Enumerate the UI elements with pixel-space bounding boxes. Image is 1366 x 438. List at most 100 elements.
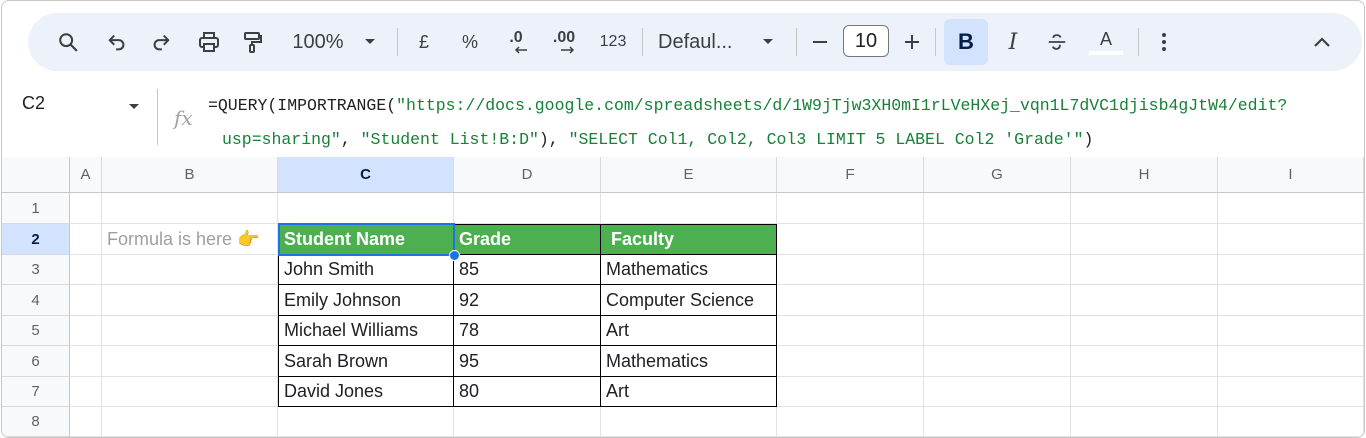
select-all-corner[interactable]: [2, 157, 70, 193]
column-header-i[interactable]: I: [1218, 157, 1364, 193]
grid-cell[interactable]: [1218, 285, 1364, 316]
bold-button[interactable]: B: [944, 19, 988, 65]
grid-cell[interactable]: [1218, 224, 1364, 255]
grid-cell[interactable]: [70, 193, 102, 224]
table-cell[interactable]: John Smith: [278, 255, 454, 285]
grid-cell[interactable]: [70, 224, 102, 255]
text-color-button[interactable]: A: [1088, 13, 1124, 71]
table-cell[interactable]: Emily Johnson: [278, 285, 454, 316]
grid-cell[interactable]: [924, 316, 1071, 346]
grid-cell[interactable]: [102, 346, 278, 377]
name-box[interactable]: C2: [22, 93, 45, 114]
grid-cell[interactable]: [777, 285, 924, 316]
grid-cell[interactable]: [70, 285, 102, 316]
row-header-7[interactable]: 7: [2, 377, 70, 407]
grid-cell[interactable]: [601, 193, 777, 224]
grid-cell[interactable]: [1071, 346, 1218, 377]
column-header-h[interactable]: H: [1071, 157, 1218, 193]
grid-cell[interactable]: [1218, 377, 1364, 407]
grid-cell[interactable]: [1071, 407, 1218, 437]
table-cell[interactable]: 95: [454, 346, 601, 377]
font-select[interactable]: Defaul...: [658, 13, 748, 71]
grid-cell[interactable]: [1218, 316, 1364, 346]
grid-cell[interactable]: [924, 193, 1071, 224]
column-header-f[interactable]: F: [777, 157, 924, 193]
grid-cell[interactable]: [70, 316, 102, 346]
row-header-3[interactable]: 3: [2, 255, 70, 285]
plus-icon[interactable]: [900, 13, 924, 71]
percent-button[interactable]: %: [456, 13, 484, 71]
grid-cell[interactable]: [1071, 193, 1218, 224]
cell-b2[interactable]: Formula is here 👉: [102, 224, 278, 255]
cell-e2[interactable]: Faculty: [601, 224, 777, 255]
table-cell[interactable]: Mathematics: [601, 346, 777, 377]
number-format-button[interactable]: 123: [596, 13, 630, 71]
grid-cell[interactable]: [454, 193, 601, 224]
grid-cell[interactable]: [1071, 285, 1218, 316]
grid-cell[interactable]: [924, 346, 1071, 377]
undo-icon[interactable]: [102, 13, 132, 71]
grid-cell[interactable]: [102, 407, 278, 437]
grid-cell[interactable]: [777, 316, 924, 346]
grid-cell[interactable]: [70, 377, 102, 407]
search-icon[interactable]: [52, 13, 84, 71]
grid-cell[interactable]: [924, 407, 1071, 437]
grid-cell[interactable]: [1218, 193, 1364, 224]
grid-cell[interactable]: [924, 255, 1071, 285]
grid-cell[interactable]: [1218, 346, 1364, 377]
strikethrough-icon[interactable]: [1042, 13, 1072, 71]
grid-cell[interactable]: [278, 193, 454, 224]
table-cell[interactable]: Computer Science: [601, 285, 777, 316]
row-header-8[interactable]: 8: [2, 407, 70, 437]
grid-cell[interactable]: [777, 193, 924, 224]
grid-cell[interactable]: [924, 377, 1071, 407]
decrease-decimal-button[interactable]: .0: [500, 13, 532, 71]
currency-button[interactable]: £: [410, 13, 438, 71]
cell-d2[interactable]: Grade: [454, 224, 601, 255]
table-cell[interactable]: Art: [601, 316, 777, 346]
more-vert-icon[interactable]: [1152, 13, 1176, 71]
table-cell[interactable]: 78: [454, 316, 601, 346]
table-cell[interactable]: 85: [454, 255, 601, 285]
grid-cell[interactable]: [102, 285, 278, 316]
redo-icon[interactable]: [146, 13, 176, 71]
paint-format-icon[interactable]: [238, 13, 268, 71]
table-cell[interactable]: Sarah Brown: [278, 346, 454, 377]
column-header-c[interactable]: C: [278, 157, 454, 193]
grid-cell[interactable]: [1071, 224, 1218, 255]
table-cell[interactable]: Mathematics: [601, 255, 777, 285]
grid-cell[interactable]: [278, 407, 454, 437]
grid-cell[interactable]: [777, 255, 924, 285]
grid-cell[interactable]: [70, 407, 102, 437]
row-header-1[interactable]: 1: [2, 193, 70, 224]
table-cell[interactable]: 92: [454, 285, 601, 316]
row-header-4[interactable]: 4: [2, 285, 70, 316]
grid-cell[interactable]: [1071, 377, 1218, 407]
formula-input[interactable]: =QUERY(IMPORTRANGE("https://docs.google.…: [208, 89, 1358, 157]
grid-cell[interactable]: [601, 407, 777, 437]
minus-icon[interactable]: [808, 13, 832, 71]
grid-cell[interactable]: [777, 377, 924, 407]
table-cell[interactable]: David Jones: [278, 377, 454, 407]
chevron-down-icon[interactable]: [128, 98, 140, 116]
grid-cell[interactable]: [777, 224, 924, 255]
italic-button[interactable]: I: [998, 13, 1028, 71]
column-header-g[interactable]: G: [924, 157, 1071, 193]
print-icon[interactable]: [194, 13, 224, 71]
table-cell[interactable]: Michael Williams: [278, 316, 454, 346]
font-size-input[interactable]: 10: [843, 25, 889, 57]
grid-cell[interactable]: [102, 193, 278, 224]
grid-cell[interactable]: [1218, 407, 1364, 437]
table-cell[interactable]: 80: [454, 377, 601, 407]
grid-cell[interactable]: [924, 224, 1071, 255]
row-header-2[interactable]: 2: [2, 224, 70, 255]
grid-cell[interactable]: [454, 407, 601, 437]
grid-cell[interactable]: [70, 346, 102, 377]
chevron-up-icon[interactable]: [1308, 13, 1336, 71]
grid-cell[interactable]: [102, 316, 278, 346]
grid-cell[interactable]: [777, 407, 924, 437]
grid-cell[interactable]: [102, 255, 278, 285]
grid-cell[interactable]: [1071, 255, 1218, 285]
column-header-d[interactable]: D: [454, 157, 601, 193]
table-cell[interactable]: Art: [601, 377, 777, 407]
